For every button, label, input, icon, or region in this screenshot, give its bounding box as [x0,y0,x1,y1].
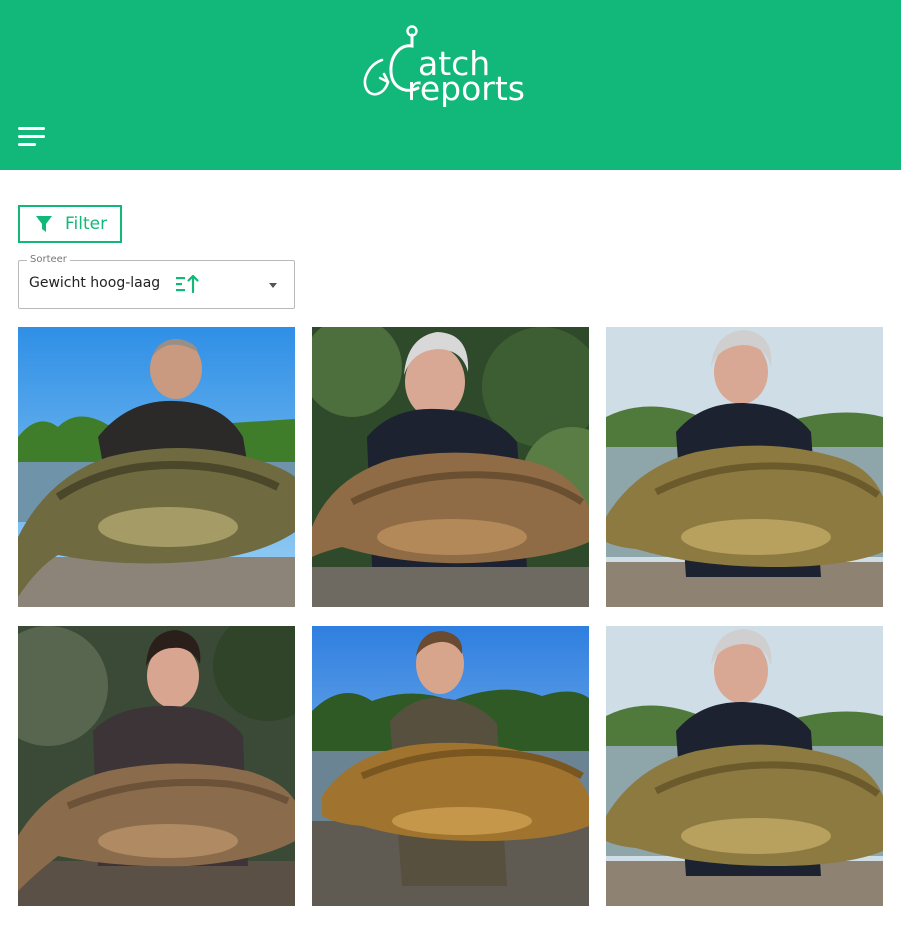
sort-legend: Sorteer [27,254,70,266]
filter-button[interactable]: Filter [18,205,122,243]
filter-button-label: Filter [65,214,108,234]
chevron-down-icon [269,283,277,288]
logo-word-reports: reports [407,69,525,108]
sort-descending-icon [176,274,199,294]
catch-photo-mirror-carp [312,626,589,906]
catch-photo-common-carp [606,626,883,906]
catch-card-5[interactable] [312,626,589,906]
catch-card-6[interactable] [606,626,883,906]
app-header: atch reports [0,0,901,170]
catch-photo-mirror-carp [18,626,295,906]
sort-selected-value: Gewicht hoog-laag [29,275,161,291]
catch-photo-common-carp [606,327,883,607]
catch-card-3[interactable] [606,327,883,607]
catch-photo-common-carp [312,327,589,607]
catch-card-4[interactable] [18,626,295,906]
sort-select[interactable]: Sorteer Gewicht hoog-laag [18,254,295,309]
catch-reports-logo[interactable]: atch reports [360,22,542,108]
funnel-icon [36,216,52,232]
catch-photo-mirror-carp [18,327,295,607]
catch-card-1[interactable] [18,327,295,607]
catch-card-2[interactable] [312,327,589,607]
hamburger-menu-icon[interactable] [18,127,46,147]
